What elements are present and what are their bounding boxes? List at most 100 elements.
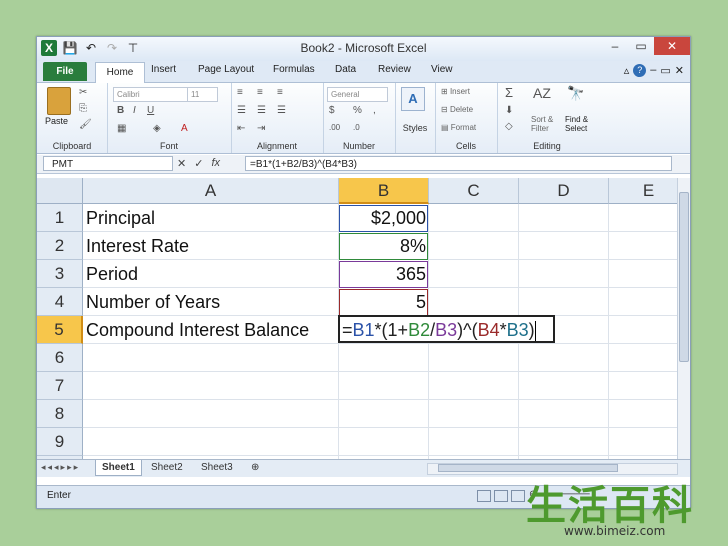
tab-insert[interactable]: Insert [151, 64, 176, 75]
row-header-2[interactable]: 2 [37, 232, 83, 260]
select-all-corner[interactable] [37, 178, 83, 204]
tab-file[interactable]: File [43, 62, 87, 81]
column-header-b[interactable]: B [339, 178, 429, 204]
row-header-4[interactable]: 4 [37, 288, 83, 316]
cell-a3[interactable]: Period [86, 260, 138, 288]
tab-view[interactable]: View [431, 64, 453, 75]
insert-function-button[interactable]: fx [211, 157, 220, 170]
help-icon[interactable]: ? [633, 64, 647, 77]
cells-delete-button[interactable]: ⊟ Delete [441, 105, 473, 114]
column-header-e[interactable]: E [609, 178, 678, 204]
row-header-9[interactable]: 9 [37, 428, 83, 456]
sheet-nav-buttons[interactable]: ◂◂◂▸▸▸ [41, 462, 80, 473]
tab-home[interactable]: Home [95, 62, 145, 83]
cells-format-label: Format [450, 123, 477, 132]
page-break-view-icon[interactable] [511, 490, 525, 502]
cell-b3[interactable]: 365 [340, 261, 426, 287]
sheet-tab-sheet1[interactable]: Sheet1 [95, 460, 142, 476]
find-select-label[interactable]: Find & Select [565, 115, 588, 133]
styles-icon[interactable]: A [401, 87, 425, 111]
tab-formulas[interactable]: Formulas [273, 64, 315, 75]
font-color-icon[interactable]: A [181, 123, 188, 134]
cells-format-button[interactable]: ▤ Format [441, 123, 476, 132]
percent-button[interactable]: % [353, 105, 362, 116]
row-header-6[interactable]: 6 [37, 344, 83, 372]
align-right-icon[interactable]: ☰ [277, 105, 286, 116]
tab-review[interactable]: Review [378, 64, 411, 75]
sheet-tab-sheet3[interactable]: Sheet3 [195, 460, 239, 475]
row-header-1[interactable]: 1 [37, 204, 83, 232]
row-header-3[interactable]: 3 [37, 260, 83, 288]
font-size-box[interactable]: 11 [187, 87, 218, 102]
insert-sheet-icon[interactable]: ⊕ [245, 460, 265, 475]
cell-a1[interactable]: Principal [86, 204, 155, 232]
column-header-d[interactable]: D [519, 178, 609, 204]
workbook-close-icon[interactable]: ✕ [675, 64, 684, 77]
cell-b5-editing[interactable]: =B1*(1+B2/B3)^(B4*B3) [338, 315, 555, 343]
minimize-button[interactable]: – [602, 37, 628, 55]
name-box[interactable]: PMT [43, 156, 173, 171]
horizontal-scrollbar[interactable] [427, 463, 678, 475]
cells-insert-button[interactable]: ⊞ Insert [441, 87, 470, 96]
find-select-icon[interactable]: 🔭 [567, 85, 584, 102]
fill-icon[interactable]: ⬇ [505, 105, 513, 116]
ribbon-minimize-icon[interactable]: ▵ [624, 64, 630, 77]
align-center-icon[interactable]: ☰ [257, 105, 266, 116]
format-painter-icon[interactable]: 🖌 [79, 119, 92, 130]
copy-icon[interactable]: ⎘ [79, 103, 87, 114]
clear-icon[interactable]: ◇ [505, 121, 513, 132]
vertical-scroll-thumb[interactable] [679, 192, 689, 362]
paste-icon[interactable] [47, 87, 71, 115]
underline-button[interactable]: U [147, 105, 154, 116]
maximize-button[interactable]: ▭ [628, 37, 654, 55]
middle-align-icon[interactable]: ≡ [257, 87, 263, 98]
watermark: 生活百科 www.bimeiz.com [526, 484, 724, 540]
paste-label[interactable]: Paste [45, 116, 68, 126]
workbook-restore-icon[interactable]: ▭ [660, 64, 670, 77]
number-format-box[interactable]: General [327, 87, 388, 102]
vertical-scrollbar[interactable] [677, 178, 690, 459]
decrease-indent-icon[interactable]: ⇤ [237, 123, 245, 134]
close-button[interactable]: ✕ [654, 37, 690, 55]
increase-decimal-icon[interactable]: .00 [329, 123, 340, 132]
cell-a2[interactable]: Interest Rate [86, 232, 189, 260]
column-header-c[interactable]: C [429, 178, 519, 204]
row-header-7[interactable]: 7 [37, 372, 83, 400]
cell-a5[interactable]: Compound Interest Balance [86, 316, 309, 344]
fill-color-icon[interactable]: ◈ [153, 123, 161, 134]
formula-input[interactable]: =B1*(1+B2/B3)^(B4*B3) [245, 156, 672, 171]
sort-filter-icon[interactable]: AZ [533, 85, 551, 101]
cell-a4[interactable]: Number of Years [86, 288, 220, 316]
italic-button[interactable]: I [133, 105, 136, 116]
currency-button[interactable]: $ [329, 105, 335, 116]
autosum-button[interactable]: Σ [505, 85, 513, 100]
borders-icon[interactable]: ▦ [117, 123, 126, 134]
increase-indent-icon[interactable]: ⇥ [257, 123, 265, 134]
comma-button[interactable]: , [373, 105, 376, 116]
sheet-tab-sheet2[interactable]: Sheet2 [145, 460, 189, 475]
row-header-5[interactable]: 5 [37, 316, 83, 344]
row-header-8[interactable]: 8 [37, 400, 83, 428]
styles-group-label[interactable]: Styles [395, 123, 435, 133]
normal-view-icon[interactable] [477, 490, 491, 502]
cell-b4[interactable]: 5 [340, 289, 426, 315]
bold-button[interactable]: B [117, 105, 124, 116]
page-layout-view-icon[interactable] [494, 490, 508, 502]
cut-icon[interactable]: ✂ [79, 87, 87, 98]
cell-b1[interactable]: $2,000 [340, 205, 426, 231]
column-header-a[interactable]: A [83, 178, 339, 204]
horizontal-scroll-thumb[interactable] [438, 464, 618, 472]
bottom-align-icon[interactable]: ≡ [277, 87, 283, 98]
decrease-decimal-icon[interactable]: .0 [353, 123, 360, 132]
formula-text: = [342, 320, 353, 340]
tab-data[interactable]: Data [335, 64, 356, 75]
font-name-box[interactable]: Calibri [113, 87, 188, 102]
tab-page-layout[interactable]: Page Layout [198, 64, 254, 75]
enter-formula-button[interactable]: ✓ [194, 157, 203, 170]
workbook-minimize-icon[interactable]: – [650, 64, 656, 77]
cancel-formula-button[interactable]: ✕ [177, 157, 186, 170]
align-left-icon[interactable]: ☰ [237, 105, 246, 116]
sort-filter-label[interactable]: Sort & Filter [531, 115, 553, 133]
top-align-icon[interactable]: ≡ [237, 87, 243, 98]
cell-b2[interactable]: 8% [340, 233, 426, 259]
